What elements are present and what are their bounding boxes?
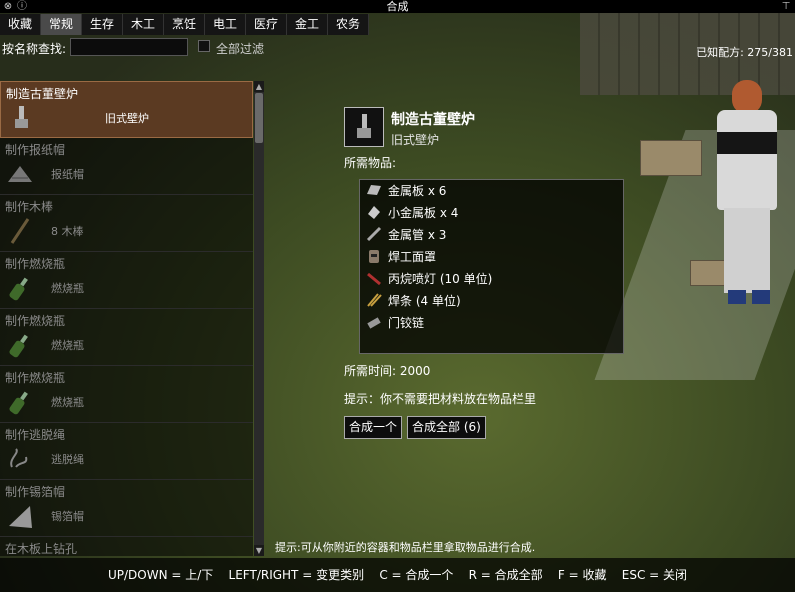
ingredient-text: 丙烷喷灯 (10 单位) (388, 271, 493, 286)
required-items-label: 所需物品: (344, 156, 397, 170)
recipe-name: 制作木棒 (5, 200, 54, 214)
search-label: 按名称查找: (2, 42, 67, 56)
ingredient-item: 门铰链 (366, 313, 424, 331)
recipe-item[interactable]: 制作燃烧瓶 燃烧瓶 (0, 309, 253, 366)
recipe-name: 制作报纸帽 (5, 143, 66, 157)
known-recipes-count: 275/381 (747, 46, 793, 59)
materials-hint: 提示：你不需要把材料放在物品栏里 (344, 392, 537, 406)
recipe-list-scrollbar[interactable]: ▲ ▼ (254, 81, 264, 556)
recipe-title: 制造古董壁炉 (391, 112, 475, 128)
fireplace-icon (357, 114, 371, 138)
ingredient-item: 金属板 x 6 (366, 181, 446, 199)
filter-all-label: 全部过滤 (216, 42, 265, 56)
window-title: 合成 (386, 0, 409, 13)
recipe-item[interactable]: 制作燃烧瓶 燃烧瓶 (0, 252, 253, 309)
tab-metalwork[interactable]: 金工 (287, 14, 328, 35)
rope-icon (10, 448, 28, 468)
keybind-help-text: UP/DOWN = 上/下 LEFT/RIGHT = 变更类别 C = 合成一个… (107, 568, 688, 582)
tab-farming[interactable]: 农务 (328, 14, 369, 35)
recipe-result: 逃脱绳 (51, 453, 84, 466)
scroll-down-icon[interactable]: ▼ (254, 545, 264, 556)
small-metal-sheet-icon (368, 206, 380, 219)
ingredient-text: 金属管 x 3 (388, 227, 447, 242)
recipe-subtitle: 旧式壁炉 (391, 133, 440, 147)
ingredient-item: 丙烷喷灯 (10 单位) (366, 269, 492, 287)
foil-hat-icon (9, 506, 32, 528)
blowtorch-icon (367, 272, 381, 286)
crate (640, 140, 702, 176)
info-icon[interactable]: ⓘ (16, 0, 28, 13)
ingredient-item: 焊工面罩 (366, 247, 436, 265)
known-recipes-label: 已知配方: (696, 46, 744, 59)
scroll-up-icon[interactable]: ▲ (254, 81, 264, 92)
recipe-item[interactable]: 制作报纸帽 报纸帽 (0, 138, 253, 195)
bottle-icon (9, 391, 28, 415)
fireplace-icon (15, 106, 28, 128)
recipe-name: 在木板上钻孔 (5, 542, 78, 556)
tab-medical[interactable]: 医疗 (246, 14, 287, 35)
recipe-result: 燃烧瓶 (51, 282, 84, 295)
hinge-icon (367, 317, 381, 329)
recipe-result: 旧式壁炉 (105, 112, 149, 125)
ingredient-item: 小金属板 x 4 (366, 203, 458, 221)
ingredient-text: 门铰链 (388, 315, 425, 330)
nearby-containers-hint: 提示:可从你附近的容器和物品栏里拿取物品进行合成. (275, 541, 536, 554)
category-tabs: 收藏 常规 生存 木工 烹饪 电工 医疗 金工 农务 (0, 14, 369, 35)
bottle-icon (9, 334, 28, 358)
ingredient-text: 焊条 (4 单位) (388, 293, 461, 308)
tab-electrical[interactable]: 电工 (205, 14, 246, 35)
recipe-result: 锡箔帽 (51, 510, 84, 523)
recipe-name: 制作锡箔帽 (5, 485, 66, 499)
tab-general[interactable]: 常规 (41, 14, 82, 35)
scroll-thumb[interactable] (255, 93, 263, 143)
bottle-icon (9, 277, 28, 301)
recipe-item[interactable]: 在木板上钻孔 (0, 537, 253, 556)
recipe-item[interactable]: 制造古董壁炉 旧式壁炉 (0, 81, 253, 138)
recipe-item[interactable]: 制作逃脱绳 逃脱绳 (0, 423, 253, 480)
recipe-item[interactable]: 制作锡箔帽 锡箔帽 (0, 480, 253, 537)
ingredient-item: 金属管 x 3 (366, 225, 446, 243)
stick-icon (10, 218, 30, 244)
recipe-result: 燃烧瓶 (51, 396, 84, 409)
recipe-preview (344, 107, 384, 147)
filter-all-checkbox[interactable] (198, 40, 210, 52)
metal-pipe-icon (366, 226, 382, 242)
recipe-name: 制造古董壁炉 (6, 87, 79, 101)
close-icon[interactable]: ⊗ (2, 0, 14, 13)
player-character (712, 80, 782, 310)
required-time: 所需时间: 2000 (344, 364, 431, 378)
recipe-result: 8 木棒 (51, 225, 84, 238)
search-input[interactable] (70, 38, 188, 56)
recipe-result: 报纸帽 (51, 168, 84, 181)
craft-one-button[interactable]: 合成一个 (344, 416, 403, 439)
recipe-name: 制作燃烧瓶 (5, 371, 66, 385)
welder-mask-icon (369, 250, 379, 263)
recipe-item[interactable]: 制作木棒 8 木棒 (0, 195, 253, 252)
tab-carpentry[interactable]: 木工 (123, 14, 164, 35)
recipe-name: 制作燃烧瓶 (5, 314, 66, 328)
recipe-list: 制造古董壁炉 旧式壁炉 制作报纸帽 报纸帽 制作木棒 8 木棒 制作燃烧瓶 燃烧… (0, 81, 253, 556)
ingredient-text: 焊工面罩 (388, 249, 437, 264)
tab-cooking[interactable]: 烹饪 (164, 14, 205, 35)
ingredient-text: 金属板 x 6 (388, 183, 447, 198)
recipe-name: 制作燃烧瓶 (5, 257, 66, 271)
window-titlebar: ⊗ ⓘ 合成 ⊤ (0, 0, 795, 13)
metal-sheet-icon (367, 185, 381, 195)
known-recipes: 已知配方: 275/381 (696, 44, 793, 60)
newspaper-hat-icon (8, 166, 32, 182)
recipe-item[interactable]: 制作燃烧瓶 燃烧瓶 (0, 366, 253, 423)
ingredient-text: 小金属板 x 4 (388, 205, 459, 220)
pin-icon[interactable]: ⊤ (780, 0, 792, 13)
ingredients-list: 金属板 x 6 小金属板 x 4 金属管 x 3 焊工面罩 丙烷喷灯 (10 单… (359, 179, 624, 354)
welding-rods-icon (367, 293, 382, 307)
tab-favorites[interactable]: 收藏 (0, 14, 41, 35)
keybind-footer: UP/DOWN = 上/下 LEFT/RIGHT = 变更类别 C = 合成一个… (0, 558, 795, 592)
recipe-name: 制作逃脱绳 (5, 428, 66, 442)
craft-all-button[interactable]: 合成全部 (6) (407, 416, 486, 439)
recipe-result: 燃烧瓶 (51, 339, 84, 352)
ingredient-item: 焊条 (4 单位) (366, 291, 461, 309)
tab-survival[interactable]: 生存 (82, 14, 123, 35)
